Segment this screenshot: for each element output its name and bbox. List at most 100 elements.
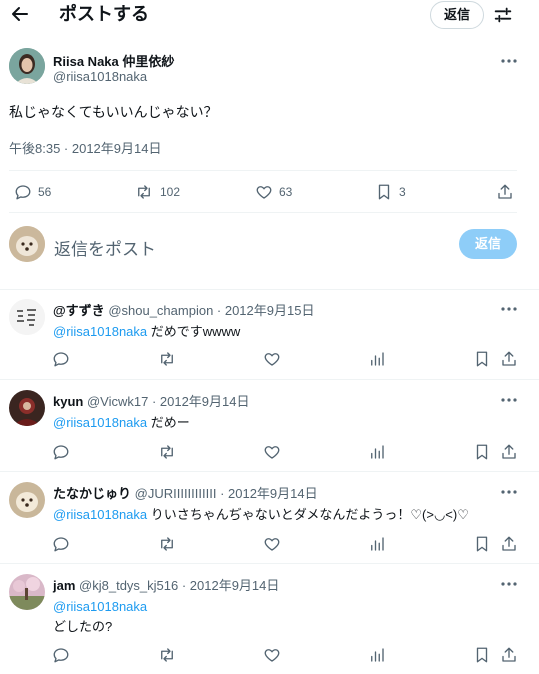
bookmark-count: 3 <box>399 185 406 199</box>
share-icon[interactable] <box>500 646 518 664</box>
repost-count-button[interactable]: 102 <box>134 183 180 201</box>
top-bar: ポストする 返信 <box>0 0 539 32</box>
avatar-image <box>9 574 45 610</box>
reply-item[interactable]: kyun @Vicwk17 · 2012年9月14日 @riisa1018nak… <box>0 381 539 470</box>
adjust-icon[interactable] <box>492 4 514 26</box>
reply-icon[interactable] <box>52 646 70 664</box>
repost-icon[interactable] <box>158 443 176 461</box>
more-options-icon[interactable] <box>499 302 519 316</box>
reply-item[interactable]: @すずき @shou_champion · 2012年9月15日 @riisa1… <box>0 290 539 379</box>
views-icon[interactable] <box>368 350 386 368</box>
like-icon[interactable] <box>263 646 281 664</box>
reply-composer: 返信をポスト 返信 <box>0 226 539 264</box>
bookmark-icon[interactable] <box>473 443 491 461</box>
author-handle[interactable]: @riisa1018naka <box>53 69 147 84</box>
divider <box>9 212 517 213</box>
reply-count: 56 <box>38 185 52 199</box>
divider <box>0 471 539 472</box>
mention-link[interactable]: @riisa1018naka <box>53 597 147 617</box>
like-count: 63 <box>279 185 293 199</box>
reply-text: @riisa1018naka りいさちゃんぢゃないとダメなんだようっ！♡(>◡<… <box>53 505 469 525</box>
reply-icon[interactable] <box>52 535 70 553</box>
share-icon[interactable] <box>500 350 518 368</box>
avatar-image <box>9 390 45 426</box>
reply-meta[interactable]: @kj8_tdys_kj516 · 2012年9月14日 <box>79 578 279 593</box>
reply-meta[interactable]: @shou_champion · 2012年9月15日 <box>108 303 314 318</box>
views-icon[interactable] <box>368 535 386 553</box>
reply-author-name[interactable]: kyun <box>53 394 83 409</box>
reply-filter-button[interactable]: 返信 <box>430 1 484 29</box>
mention-link[interactable]: @riisa1018naka <box>53 507 147 522</box>
repost-icon[interactable] <box>158 646 176 664</box>
divider <box>0 379 539 380</box>
like-icon[interactable] <box>263 350 281 368</box>
divider <box>0 563 539 564</box>
reply-icon[interactable] <box>52 443 70 461</box>
reply-icon <box>15 185 31 200</box>
avatar[interactable] <box>9 482 45 518</box>
reply-actions <box>0 535 539 555</box>
more-options-icon[interactable] <box>499 54 519 68</box>
avatar[interactable] <box>9 299 45 335</box>
reply-meta[interactable]: @Vicwk17 · 2012年9月14日 <box>87 394 250 409</box>
reply-author-name[interactable]: @すずき <box>53 303 105 318</box>
reply-item[interactable]: jam @kj8_tdys_kj516 · 2012年9月14日 @riisa1… <box>0 565 539 674</box>
reply-actions <box>0 443 539 463</box>
bookmark-icon[interactable] <box>473 535 491 553</box>
reply-item[interactable]: たなかじゅり @JURIIIIIIIIIIII · 2012年9月14日 @ri… <box>0 473 539 562</box>
reply-text: @riisa1018naka だめー <box>53 413 190 433</box>
avatar[interactable] <box>9 574 45 610</box>
post-text: 私じゃなくてもいいんじゃない？ <box>9 104 218 120</box>
reply-count-button[interactable]: 56 <box>14 183 51 201</box>
repost-icon <box>138 185 150 199</box>
reply-input[interactable]: 返信をポスト <box>54 235 156 260</box>
reply-meta[interactable]: @JURIIIIIIIIIIII · 2012年9月14日 <box>135 486 318 501</box>
reply-header: たなかじゅり @JURIIIIIIIIIIII · 2012年9月14日 <box>53 483 318 502</box>
reply-content: だめですwwww <box>147 324 241 339</box>
bookmark-icon[interactable] <box>473 350 491 368</box>
share-icon[interactable] <box>500 535 518 553</box>
reply-author-name[interactable]: jam <box>53 578 75 593</box>
avatar-image <box>9 226 45 262</box>
more-options-icon[interactable] <box>499 577 519 591</box>
bookmark-icon[interactable] <box>473 646 491 664</box>
views-icon[interactable] <box>368 443 386 461</box>
reply-author-name[interactable]: たなかじゅり <box>53 486 131 501</box>
reply-button[interactable]: 返信 <box>459 229 517 259</box>
avatar[interactable] <box>9 390 45 426</box>
more-options-icon[interactable] <box>499 485 519 499</box>
reply-icon[interactable] <box>52 350 70 368</box>
avatar-image <box>9 299 45 335</box>
like-icon <box>256 186 272 199</box>
post-timestamp[interactable]: 午後8:35 · 2012年9月14日 <box>9 138 161 157</box>
mention-link[interactable]: @riisa1018naka <box>53 415 147 430</box>
author-name[interactable]: Riisa Naka 仲里依紗 <box>53 51 174 70</box>
share-icon[interactable] <box>496 183 514 201</box>
reply-header: jam @kj8_tdys_kj516 · 2012年9月14日 <box>53 575 279 594</box>
reply-content: りいさちゃんぢゃないとダメなんだようっ！♡(>◡<)♡ <box>147 507 469 522</box>
like-count-button[interactable]: 63 <box>255 183 292 201</box>
repost-count: 102 <box>160 185 181 199</box>
avatar-image <box>9 48 45 84</box>
reply-content: どしたの? <box>53 619 113 634</box>
reply-actions <box>0 646 539 666</box>
reply-header: @すずき @shou_champion · 2012年9月15日 <box>53 300 314 319</box>
bookmark-count-button[interactable]: 3 <box>375 183 406 201</box>
bookmark-icon <box>378 184 390 200</box>
reply-header: kyun @Vicwk17 · 2012年9月14日 <box>53 391 250 410</box>
views-icon[interactable] <box>368 646 386 664</box>
share-icon[interactable] <box>500 443 518 461</box>
more-options-icon[interactable] <box>499 393 519 407</box>
back-arrow-icon[interactable] <box>8 2 32 26</box>
mention-link[interactable]: @riisa1018naka <box>53 324 147 339</box>
avatar-image <box>9 482 45 518</box>
current-user-avatar[interactable] <box>9 226 45 262</box>
repost-icon[interactable] <box>158 350 176 368</box>
reply-text: @riisa1018naka どしたの? <box>53 597 147 637</box>
like-icon[interactable] <box>263 443 281 461</box>
avatar[interactable] <box>9 48 45 84</box>
repost-icon[interactable] <box>158 535 176 553</box>
reply-text: @riisa1018naka だめですwwww <box>53 322 240 342</box>
reply-actions <box>0 350 539 370</box>
like-icon[interactable] <box>263 535 281 553</box>
